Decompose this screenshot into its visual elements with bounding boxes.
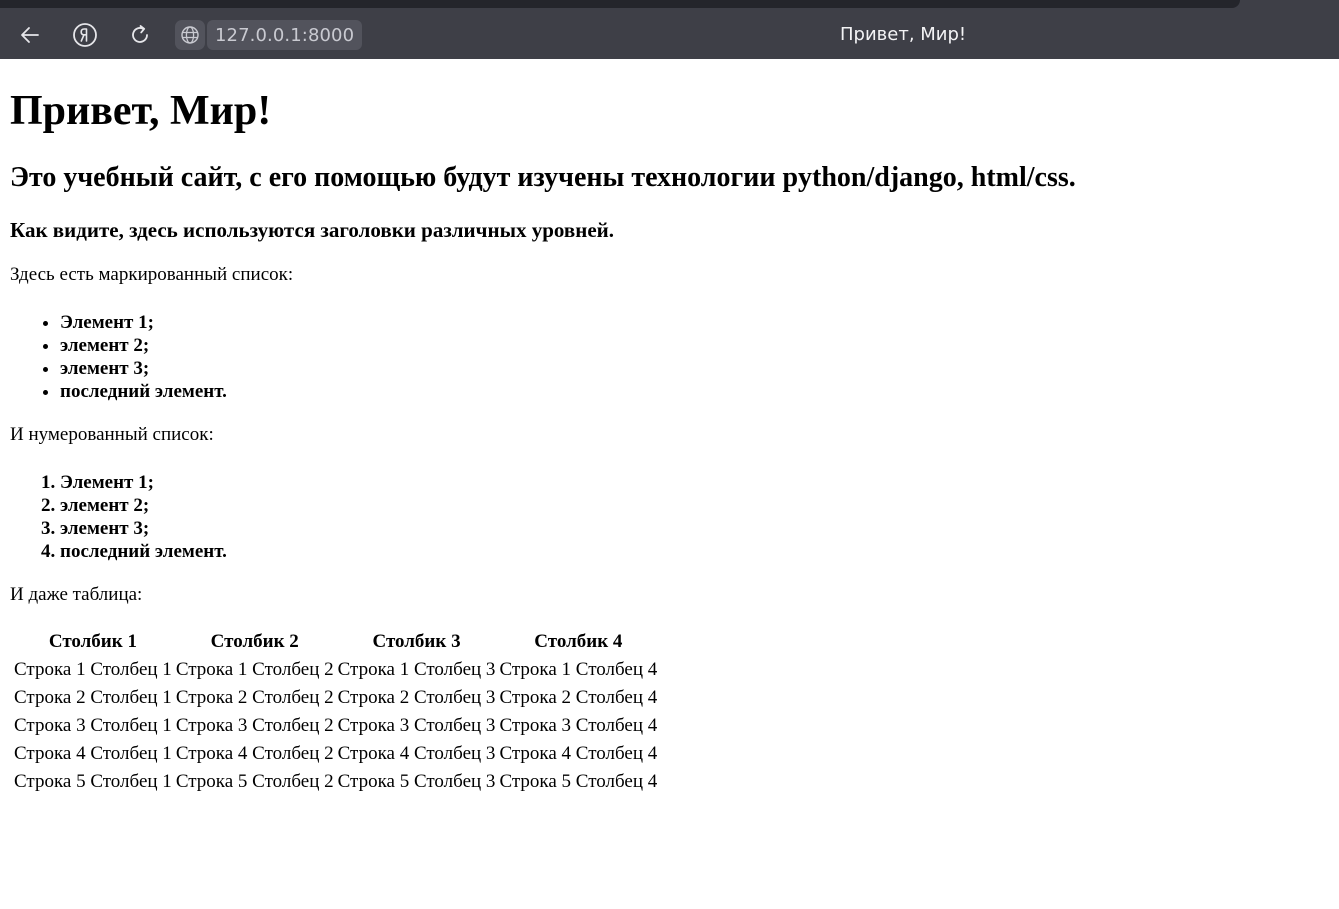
table-row: Строка 2 Столбец 1 Строка 2 Столбец 2 Ст… — [13, 685, 658, 711]
table-cell: Строка 5 Столбец 4 — [499, 771, 658, 792]
list-item: последний элемент. — [60, 380, 1329, 403]
reload-icon — [132, 25, 148, 43]
bullet-list-intro: Здесь есть маркированный список: — [10, 264, 294, 285]
table-cell: Строка 4 Столбец 2 — [175, 743, 334, 764]
back-arrow-icon — [21, 27, 39, 43]
reload-button[interactable] — [124, 19, 156, 51]
table-cell: Строка 5 Столбец 3 — [337, 771, 496, 792]
table-intro: И даже таблица: — [10, 584, 143, 605]
list-item: элемент 3; — [60, 517, 1329, 540]
globe-icon — [181, 26, 199, 44]
back-button[interactable] — [14, 19, 46, 51]
site-info-button[interactable] — [175, 20, 205, 50]
table-cell: Строка 2 Столбец 2 — [175, 687, 334, 708]
table-cell: Строка 4 Столбец 3 — [337, 743, 496, 764]
table-header-cell: Столбик 4 — [534, 631, 623, 652]
table-cell: Строка 3 Столбец 2 — [175, 715, 334, 736]
list-item: Элемент 1; — [60, 311, 1329, 334]
table-cell: Строка 5 Столбец 2 — [175, 771, 334, 792]
table-row: Строка 5 Столбец 1 Строка 5 Столбец 2 Ст… — [13, 769, 658, 795]
table-row: Строка 3 Столбец 1 Строка 3 Столбец 2 Ст… — [13, 713, 658, 739]
page-heading-h2: Это учебный сайт, с его помощью будут из… — [10, 162, 1076, 193]
browser-toolbar: 127.0.0.1:8000 Привет, Мир! — [0, 0, 1339, 59]
yandex-button[interactable] — [69, 19, 101, 51]
numbered-list: Элемент 1; элемент 2; элемент 3; последн… — [10, 471, 1329, 563]
list-item: Элемент 1; — [60, 471, 1329, 494]
numbered-list-intro: И нумерованный список: — [10, 424, 214, 445]
list-item: элемент 2; — [60, 494, 1329, 517]
yandex-icon — [73, 23, 97, 47]
page-tab-title: Привет, Мир! — [840, 24, 967, 45]
page-heading-h1: Привет, Мир! — [10, 88, 272, 134]
table-cell: Строка 1 Столбец 4 — [499, 659, 658, 680]
table-cell: Строка 5 Столбец 1 — [14, 771, 172, 792]
table-cell: Строка 2 Столбец 4 — [499, 687, 658, 708]
table-cell: Строка 4 Столбец 4 — [499, 743, 658, 764]
table-cell: Строка 1 Столбец 1 — [14, 659, 172, 680]
table-row: Строка 1 Столбец 1 Строка 1 Столбец 2 Ст… — [13, 657, 658, 683]
table-cell: Строка 3 Столбец 4 — [499, 715, 658, 736]
table-cell: Строка 4 Столбец 1 — [14, 743, 172, 764]
table-cell: Строка 2 Столбец 3 — [337, 687, 496, 708]
table-cell: Строка 3 Столбец 3 — [337, 715, 496, 736]
table-row: Строка 4 Столбец 1 Строка 4 Столбец 2 Ст… — [13, 741, 658, 767]
table-cell: Строка 1 Столбец 3 — [337, 659, 496, 680]
list-item: последний элемент. — [60, 540, 1329, 563]
table-cell: Строка 1 Столбец 2 — [175, 659, 334, 680]
table-header-cell: Столбик 2 — [210, 631, 299, 652]
page-heading-h3: Как видите, здесь используются заголовки… — [10, 218, 615, 242]
data-table: Столбик 1 Столбик 2 Столбик 3 Столбик 4 … — [11, 627, 660, 797]
table-cell: Строка 3 Столбец 1 — [14, 715, 172, 736]
table-header-cell: Столбик 3 — [372, 631, 461, 652]
table-cell: Строка 2 Столбец 1 — [14, 687, 172, 708]
table-header-row: Столбик 1 Столбик 2 Столбик 3 Столбик 4 — [13, 629, 658, 655]
page-content: Привет, Мир! Это учебный сайт, с его пом… — [10, 59, 1329, 797]
list-item: элемент 3; — [60, 357, 1329, 380]
table-header-cell: Столбик 1 — [48, 631, 137, 652]
list-item: элемент 2; — [60, 334, 1329, 357]
tab-strip — [0, 0, 1240, 8]
address-bar[interactable]: 127.0.0.1:8000 — [207, 20, 363, 50]
bullet-list: Элемент 1; элемент 2; элемент 3; последн… — [10, 311, 1329, 403]
